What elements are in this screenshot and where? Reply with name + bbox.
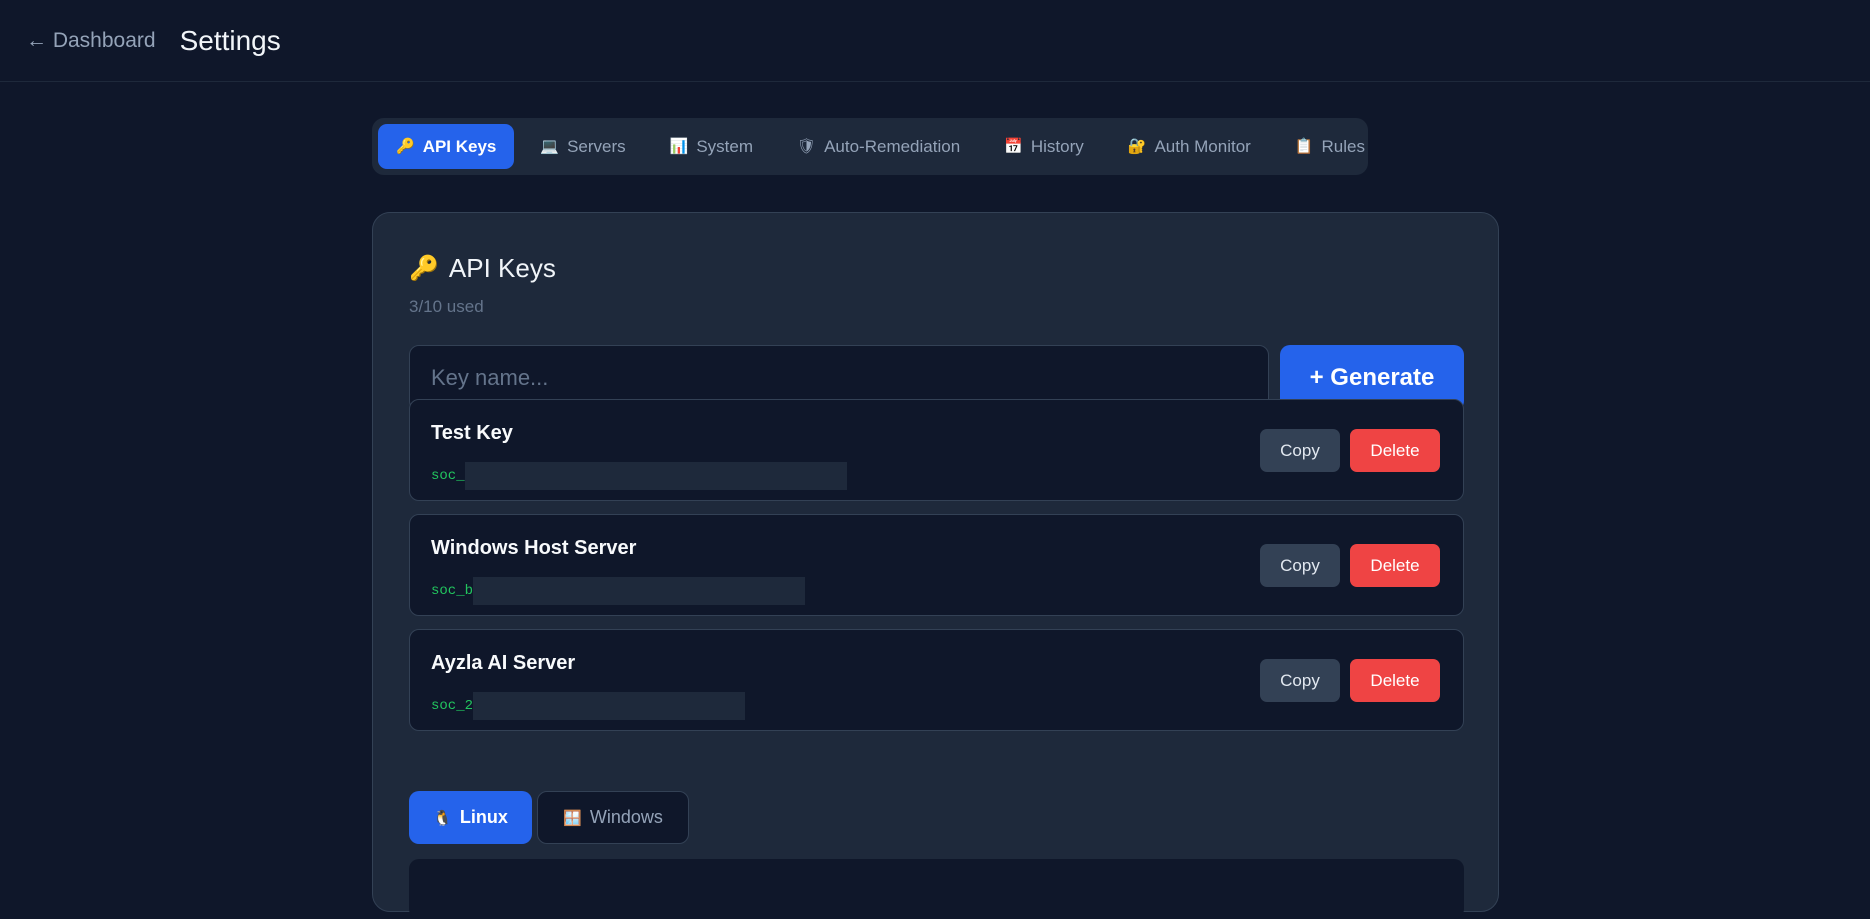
tab-auth-monitor[interactable]: 🔐 Auth Monitor — [1110, 124, 1269, 169]
clipboard-icon: 📋 — [1294, 138, 1314, 155]
key-value: soc_b — [431, 577, 806, 605]
tab-history[interactable]: 📅 History — [986, 124, 1102, 169]
tab-api-keys[interactable]: 🔑 API Keys — [378, 124, 515, 169]
calendar-icon: 📅 — [1004, 138, 1023, 155]
key-icon: 🔑 — [409, 255, 439, 282]
key-prefix: soc_ — [431, 468, 465, 484]
tab-auto-remediation[interactable]: 🛡 Auto-Remediation — [779, 124, 978, 169]
tab-label: History — [1030, 136, 1084, 156]
api-key-card: Test Key soc_ Copy Delete — [409, 399, 1464, 501]
penguin-icon: 🐧 — [433, 809, 452, 827]
panel-title: API Keys — [448, 253, 556, 283]
tab-servers[interactable]: 💻 Servers — [522, 124, 643, 169]
key-value: soc_2 — [431, 692, 746, 720]
panel-header: 🔑 API Keys — [409, 253, 556, 284]
key-name: Test Key — [431, 422, 513, 444]
windows-icon: 🪟 — [563, 809, 582, 827]
key-prefix: soc_2 — [431, 698, 474, 714]
key-name: Windows Host Server — [431, 537, 637, 559]
api-key-card: Ayzla AI Server soc_2 Copy Delete — [409, 629, 1464, 731]
redacted-key-mask — [473, 692, 746, 720]
copy-key-button[interactable]: Copy — [1260, 429, 1340, 472]
tab-system[interactable]: 📊 System — [652, 124, 771, 169]
bar-chart-icon: 📊 — [669, 138, 689, 155]
tab-rules[interactable]: 📋 Rules — [1277, 124, 1383, 169]
key-prefix: soc_b — [431, 583, 474, 599]
api-key-card: Windows Host Server soc_b Copy Delete — [409, 514, 1464, 616]
delete-key-button[interactable]: Delete — [1350, 429, 1440, 472]
delete-key-button[interactable]: Delete — [1350, 659, 1440, 702]
copy-key-button[interactable]: Copy — [1260, 659, 1340, 702]
delete-key-button[interactable]: Delete — [1350, 544, 1440, 587]
api-keys-panel: 🔑 API Keys 3/10 used + Generate Test Key… — [372, 212, 1499, 919]
key-name: Ayzla AI Server — [431, 652, 576, 674]
redacted-key-mask — [473, 577, 806, 605]
tab-linux[interactable]: 🐧 Linux — [409, 791, 532, 844]
lock-icon: 🔐 — [1127, 138, 1147, 155]
tab-label: Rules — [1321, 136, 1365, 156]
computer-icon: 💻 — [540, 138, 560, 155]
tab-label: Auth Monitor — [1154, 136, 1251, 156]
os-tab-label: Linux — [459, 807, 508, 827]
tab-windows[interactable]: 🪟 Windows — [537, 791, 689, 844]
tab-label: Servers — [567, 136, 626, 156]
install-command-box — [409, 859, 1464, 919]
copy-key-button[interactable]: Copy — [1260, 544, 1340, 587]
usage-count: 3/10 used — [409, 297, 484, 316]
settings-tab-bar: 🔑 API Keys 💻 Servers 📊 System 🛡 Auto-Rem… — [372, 118, 1368, 175]
os-tab-label: Windows — [589, 807, 663, 827]
shield-icon: 🛡 — [797, 138, 817, 155]
key-value: soc_ — [431, 462, 847, 490]
tab-label: Auto-Remediation — [824, 136, 961, 156]
back-to-dashboard-link[interactable]: ← Dashboard — [26, 29, 156, 53]
top-bar: ← Dashboard Settings — [0, 0, 1870, 82]
tab-label: System — [696, 136, 754, 156]
tab-label: API Keys — [422, 136, 497, 156]
redacted-key-mask — [464, 462, 847, 490]
key-icon: 🔑 — [396, 138, 415, 155]
page-title: Settings — [179, 24, 281, 56]
